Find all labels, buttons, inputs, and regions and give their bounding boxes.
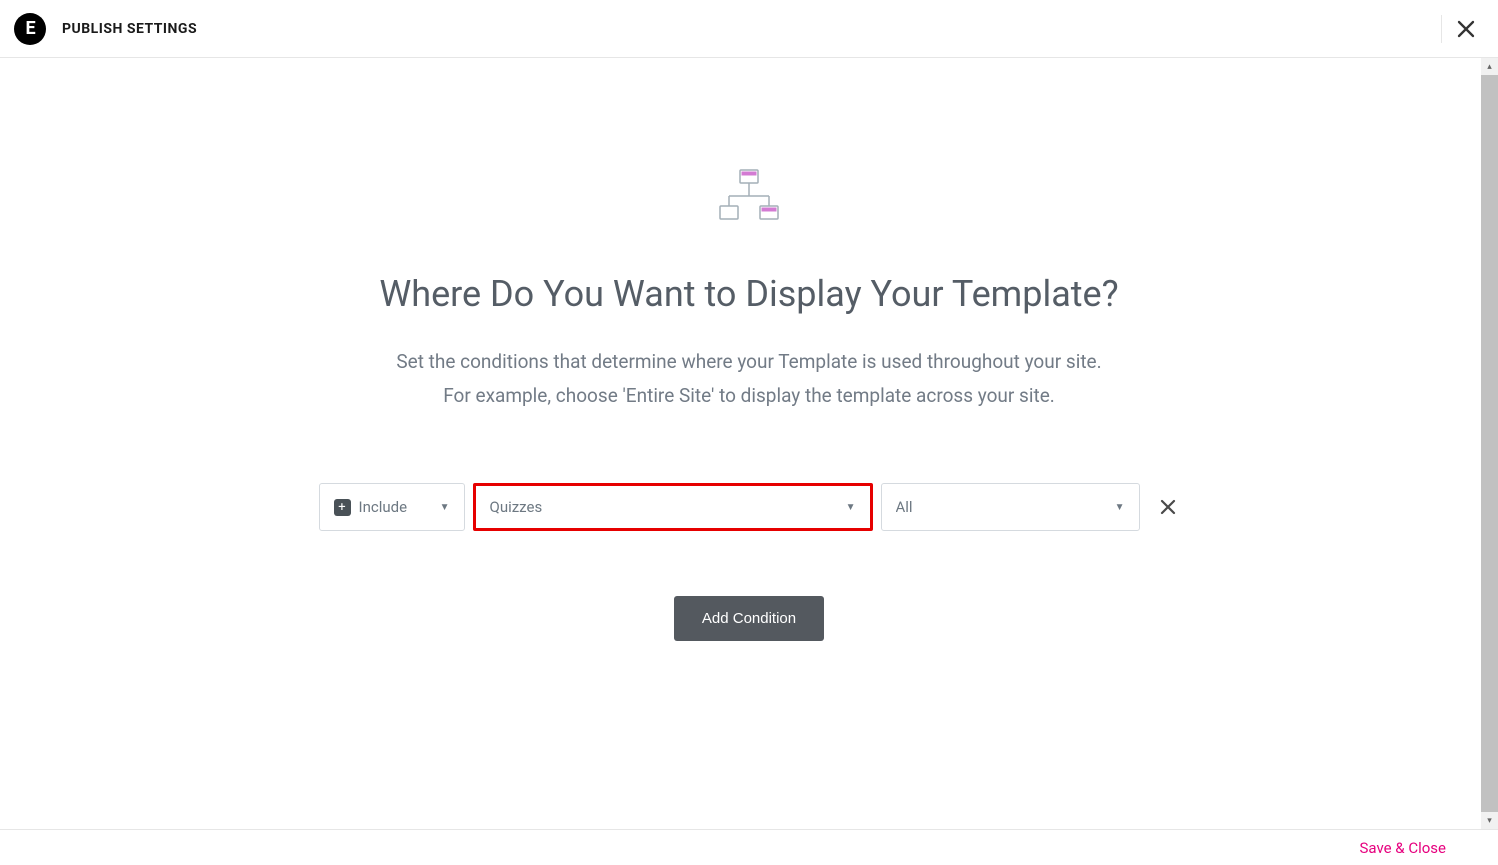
content: Where Do You Want to Display Your Templa…: [0, 58, 1498, 641]
scroll-up-button[interactable]: ▴: [1481, 58, 1498, 75]
condition-row: + Include ▼ Quizzes ▼ All ▼: [0, 483, 1498, 531]
description-line-2: For example, choose 'Entire Site' to dis…: [0, 379, 1498, 413]
save-and-close-button[interactable]: Save & Close: [1359, 839, 1446, 857]
remove-condition-button[interactable]: [1156, 495, 1180, 519]
chevron-down-icon: ▼: [846, 502, 856, 513]
header-divider: [1441, 15, 1442, 43]
elementor-logo: E: [14, 13, 46, 45]
page-title: PUBLISH SETTINGS: [62, 21, 197, 37]
header: E PUBLISH SETTINGS: [0, 0, 1498, 58]
condition-mode-select[interactable]: + Include ▼: [319, 483, 465, 531]
chevron-down-icon: ▼: [440, 502, 450, 513]
description-line-1: Set the conditions that determine where …: [0, 345, 1498, 379]
close-icon: [1457, 20, 1475, 38]
logo-text: E: [25, 18, 34, 39]
condition-filter-select[interactable]: All ▼: [881, 483, 1140, 531]
chevron-down-icon: ▼: [1115, 502, 1125, 513]
condition-mode-value: Include: [359, 498, 408, 516]
main-area: Where Do You Want to Display Your Templa…: [0, 58, 1498, 829]
scroll-down-button[interactable]: ▾: [1481, 812, 1498, 829]
description: Set the conditions that determine where …: [0, 345, 1498, 413]
main-title: Where Do You Want to Display Your Templa…: [0, 273, 1498, 315]
condition-location-select[interactable]: Quizzes ▼: [473, 483, 873, 531]
footer: Save & Close: [0, 829, 1498, 865]
condition-location-value: Quizzes: [490, 498, 543, 516]
scrollbar-thumb[interactable]: [1481, 75, 1498, 812]
add-condition-button[interactable]: Add Condition: [674, 596, 824, 641]
close-button[interactable]: [1454, 17, 1478, 41]
condition-filter-value: All: [896, 498, 913, 516]
sitemap-icon: [714, 168, 784, 223]
close-icon: [1160, 499, 1176, 515]
plus-icon: +: [334, 499, 351, 516]
